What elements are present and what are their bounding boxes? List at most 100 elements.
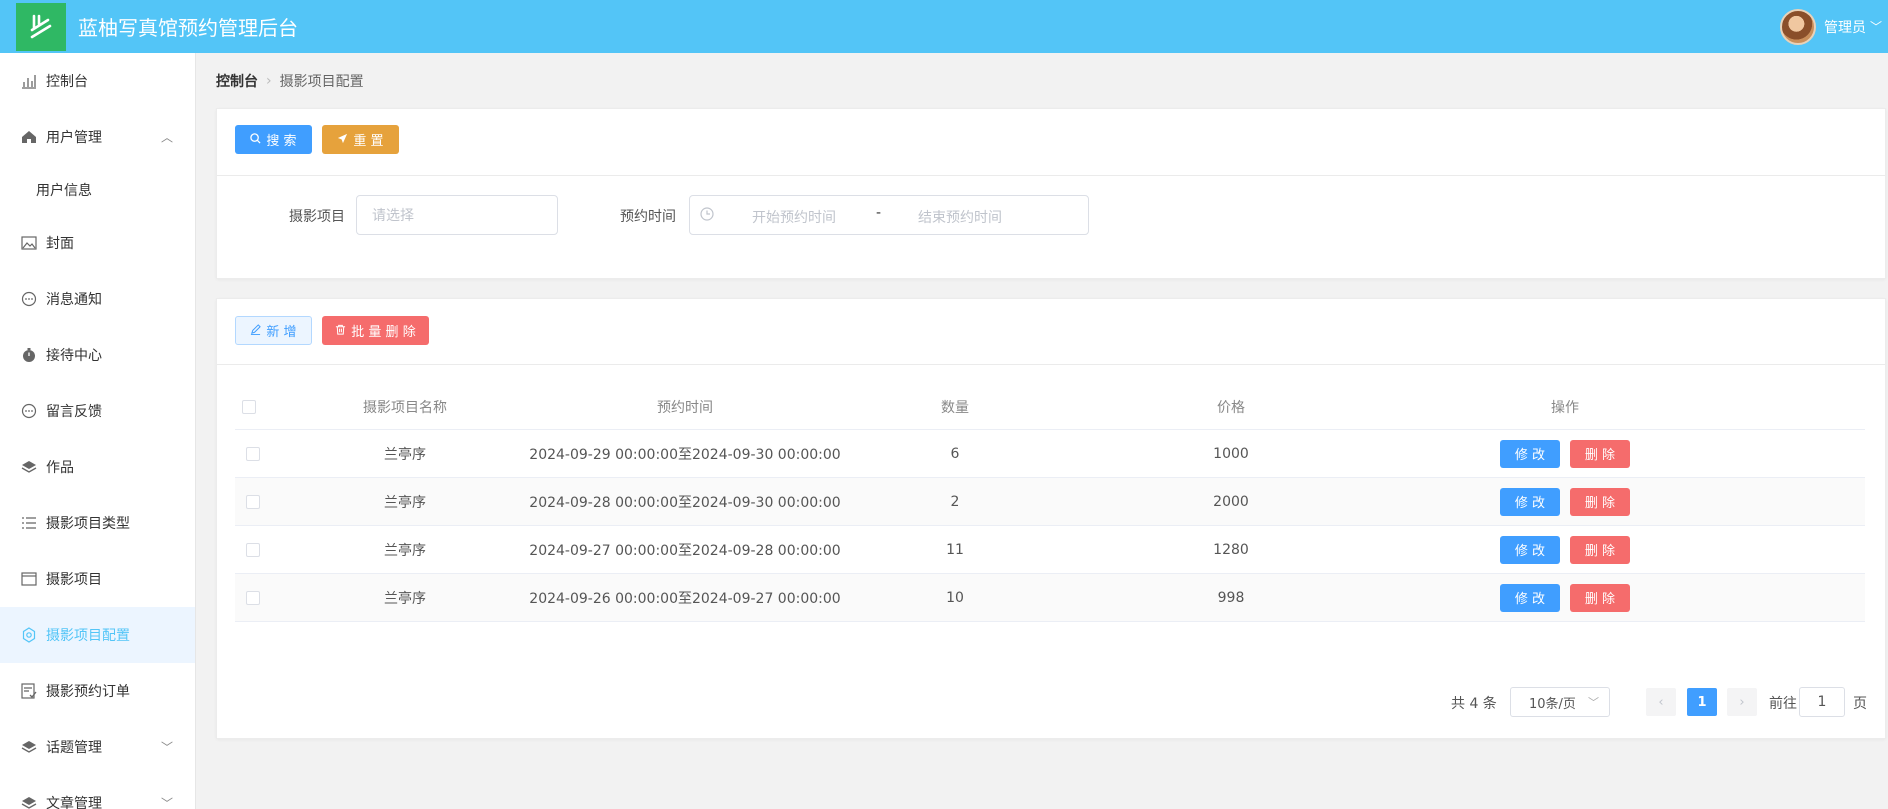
goto-page-input[interactable]: 1: [1799, 687, 1845, 717]
sidebar-item-label: 文章管理: [46, 796, 102, 809]
next-page-button[interactable]: ›: [1727, 688, 1757, 716]
row-checkbox[interactable]: [246, 542, 260, 557]
delete-button[interactable]: 删 除: [1570, 487, 1630, 516]
layers-icon: [20, 458, 38, 476]
app-logo[interactable]: [16, 2, 66, 51]
column-header[interactable]: 数量: [915, 384, 995, 429]
chevron-right-icon: ›: [266, 73, 272, 89]
divider: [217, 364, 1885, 365]
total-count: 共 4 条: [1451, 696, 1497, 712]
column-header[interactable]: 摄影项目名称: [315, 384, 495, 429]
table-row: 兰亭序 2024-09-29 00:00:00至2024-09-30 00:00…: [235, 430, 1865, 478]
select-all-checkbox[interactable]: [242, 399, 256, 414]
sidebar-item-label: 消息通知: [46, 292, 102, 308]
table-header-row: 摄影项目名称 预约时间 数量 价格 操作: [235, 384, 1865, 430]
cell-qty: 10: [946, 589, 964, 606]
user-name: 管理员: [1823, 19, 1866, 36]
pagination: 共 4 条 10条/页 ﹀ ‹ 1 › 前往 1 页: [217, 687, 1885, 717]
logo-icon: [30, 14, 52, 38]
cell-time: 2024-09-27 00:00:00至2024-09-28 00:00:00: [529, 542, 841, 559]
cell-qty: 11: [946, 541, 964, 558]
row-checkbox[interactable]: [246, 494, 260, 509]
row-checkbox[interactable]: [246, 590, 260, 605]
cell-name: 兰亭序: [384, 590, 426, 607]
sidebar-item-label: 话题管理: [46, 740, 102, 756]
sidebar-item-reception[interactable]: 接待中心: [0, 327, 195, 383]
chart-icon: [20, 72, 38, 90]
breadcrumb: 控制台 › 摄影项目配置: [216, 71, 364, 91]
table-row: 兰亭序 2024-09-26 00:00:00至2024-09-27 00:00…: [235, 574, 1865, 622]
sidebar-item-user-info[interactable]: 用户信息: [0, 165, 195, 215]
sidebar-item-orders[interactable]: 摄影预约订单: [0, 663, 195, 719]
edit-button[interactable]: 修 改: [1500, 487, 1560, 516]
edit-icon: [250, 323, 262, 338]
batch-delete-button[interactable]: 批 量 删 除: [322, 316, 429, 345]
sidebar-item-notifications[interactable]: 消息通知: [0, 271, 195, 327]
date-range-picker[interactable]: 开始预约时间 - 结束预约时间: [689, 195, 1089, 235]
sidebar-item-feedback[interactable]: 留言反馈: [0, 383, 195, 439]
project-select[interactable]: 请选择: [356, 195, 558, 235]
app-title: 蓝柚写真馆预约管理后台: [78, 16, 298, 40]
main-content: 控制台 › 摄影项目配置 搜 索 重 置 摄影项目 请选择 预约时间 开始预约时…: [197, 53, 1888, 809]
cell-time: 2024-09-28 00:00:00至2024-09-30 00:00:00: [529, 494, 841, 511]
cell-name: 兰亭序: [384, 446, 426, 463]
row-checkbox[interactable]: [246, 446, 260, 461]
cell-time: 2024-09-26 00:00:00至2024-09-27 00:00:00: [529, 590, 841, 607]
delete-button[interactable]: 删 除: [1570, 439, 1630, 468]
home-icon: [20, 128, 38, 146]
column-header[interactable]: 价格: [1171, 384, 1291, 429]
sidebar-item-label: 留言反馈: [46, 404, 102, 420]
send-icon: [337, 133, 348, 147]
user-menu[interactable]: 管理员 ﹀: [1779, 0, 1888, 53]
avatar[interactable]: [1779, 8, 1816, 45]
chevron-down-icon: ﹀: [160, 740, 173, 755]
end-date-input[interactable]: 结束预约时间: [918, 207, 1002, 227]
list-icon: [20, 514, 38, 532]
sidebar-item-topics[interactable]: 话题管理 ﹀: [0, 719, 195, 775]
cell-price: 1000: [1213, 445, 1249, 462]
sidebar-item-user-management[interactable]: 用户管理 ︿: [0, 109, 195, 165]
sidebar-item-label: 用户管理: [46, 130, 102, 146]
edit-button[interactable]: 修 改: [1500, 583, 1560, 612]
cell-qty: 6: [950, 445, 960, 462]
edit-button[interactable]: 修 改: [1500, 535, 1560, 564]
window-icon: [20, 570, 38, 588]
reset-button[interactable]: 重 置: [322, 125, 399, 154]
sidebar-item-label: 摄影项目类型: [46, 516, 130, 532]
sidebar-item-works[interactable]: 作品: [0, 439, 195, 495]
sidebar-item-label: 接待中心: [46, 348, 102, 364]
add-button[interactable]: 新 增: [235, 316, 312, 345]
sidebar-item-label: 作品: [46, 460, 74, 476]
breadcrumb-current: 摄影项目配置: [279, 74, 364, 90]
page-size-select[interactable]: 10条/页 ﹀: [1510, 687, 1610, 717]
sidebar-item-label: 摄影预约订单: [46, 684, 130, 700]
cell-name: 兰亭序: [384, 494, 426, 511]
start-date-input[interactable]: 开始预约时间: [752, 207, 836, 227]
sidebar-item-project-types[interactable]: 摄影项目类型: [0, 495, 195, 551]
delete-button[interactable]: 删 除: [1570, 583, 1630, 612]
column-header[interactable]: 预约时间: [555, 384, 815, 429]
cell-price: 998: [1217, 589, 1245, 606]
edit-button[interactable]: 修 改: [1500, 439, 1560, 468]
chevron-down-icon: ﹀: [160, 796, 173, 809]
sidebar-item-project-config[interactable]: 摄影项目配置: [0, 607, 195, 663]
sidebar-item-cover[interactable]: 封面: [0, 215, 195, 271]
clock-icon: [700, 207, 714, 225]
prev-page-button[interactable]: ‹: [1646, 688, 1676, 716]
trash-icon: [335, 324, 346, 338]
page-number[interactable]: 1: [1687, 688, 1717, 716]
chat-icon: [20, 402, 38, 420]
sidebar-item-projects[interactable]: 摄影项目: [0, 551, 195, 607]
sidebar-item-dashboard[interactable]: 控制台: [0, 53, 195, 109]
breadcrumb-home[interactable]: 控制台: [216, 71, 258, 91]
order-icon: [20, 682, 38, 700]
chevron-right-icon: ›: [1739, 694, 1745, 710]
search-button[interactable]: 搜 索: [235, 125, 312, 154]
sidebar-item-articles[interactable]: 文章管理 ﹀: [0, 775, 195, 809]
chevron-down-icon: ﹀: [1869, 20, 1882, 34]
chevron-up-icon: ︿: [160, 130, 173, 145]
gear-icon: [20, 626, 38, 644]
goto-label: 前往: [1769, 696, 1797, 712]
project-label: 摄影项目: [289, 209, 345, 225]
delete-button[interactable]: 删 除: [1570, 535, 1630, 564]
